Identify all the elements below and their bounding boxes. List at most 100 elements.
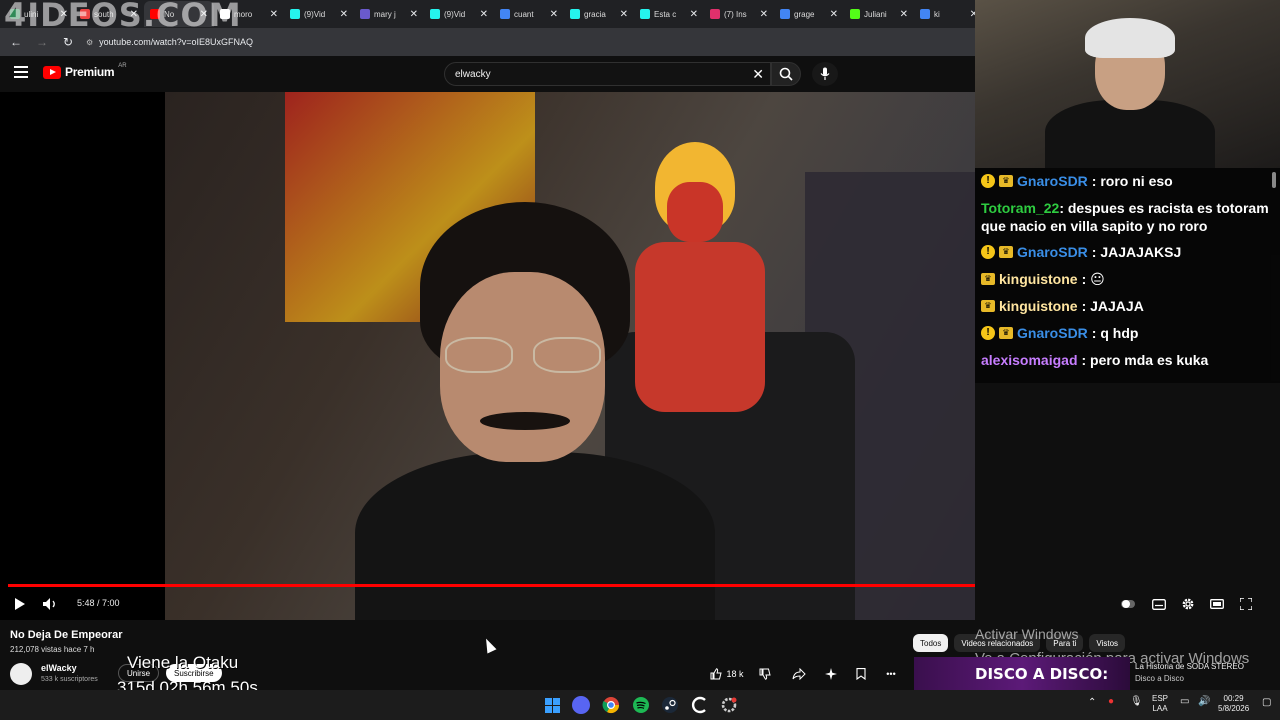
menu-icon[interactable] — [14, 66, 28, 78]
chat-username[interactable]: GnaroSDR — [1017, 172, 1088, 190]
tab-favicon-icon — [10, 9, 20, 19]
clear-search-icon[interactable]: ✕ — [752, 66, 764, 83]
subtitles-button[interactable] — [1150, 595, 1168, 613]
save-button[interactable] — [846, 663, 876, 685]
notifications-icon[interactable]: ▢ — [1262, 698, 1271, 708]
tab-close-icon[interactable]: ✕ — [830, 9, 838, 20]
autoplay-toggle[interactable] — [1119, 595, 1137, 613]
tab-close-icon[interactable]: ✕ — [340, 9, 348, 20]
back-icon[interactable]: ← — [8, 35, 24, 49]
chat-username[interactable]: GnaroSDR — [1017, 324, 1088, 342]
steam-icon[interactable] — [660, 695, 680, 715]
fullscreen-button[interactable] — [1237, 595, 1255, 613]
tab-close-icon[interactable]: ✕ — [620, 9, 628, 20]
like-button[interactable]: 18 k — [706, 663, 748, 685]
ask-button[interactable] — [816, 663, 846, 685]
overlay-title: Viene la Otaku — [127, 653, 239, 672]
settings-app-icon[interactable] — [719, 695, 739, 715]
discord-icon[interactable] — [572, 696, 590, 714]
dislike-button[interactable] — [748, 663, 782, 685]
chat-username[interactable]: Totoram_22 — [981, 200, 1059, 216]
browser-tab[interactable]: mary j ✕ — [354, 1, 424, 27]
settings-button[interactable] — [1179, 595, 1197, 613]
browser-tab[interactable]: (7) Ins ✕ — [704, 1, 774, 27]
avatar[interactable] — [10, 663, 32, 685]
tab-close-icon[interactable]: ✕ — [410, 9, 418, 20]
browser-tab[interactable]: No ✕ — [144, 1, 214, 27]
tab-close-icon[interactable]: ✕ — [480, 9, 488, 20]
tab-close-icon[interactable]: ✕ — [130, 9, 138, 20]
region-label: AR — [118, 63, 127, 69]
site-info-icon[interactable]: ⚙ — [86, 38, 93, 47]
chat-scrollbar[interactable] — [1272, 172, 1276, 188]
browser-tab[interactable]: (9)Vid ✕ — [284, 1, 354, 27]
youtube-header: Premium AR elwacky ✕ — [0, 56, 975, 92]
voice-search-button[interactable] — [812, 62, 838, 86]
language-indicator[interactable]: ESP LAA — [1152, 694, 1168, 714]
recommended-subtitle: Disco a Disco — [1135, 674, 1184, 683]
recommended-thumbnail[interactable]: DISCO A DISCO: — [914, 657, 1130, 690]
clock-time: 00:29 — [1223, 694, 1244, 703]
share-icon — [792, 668, 806, 680]
browser-tab[interactable]: (9)Vid ✕ — [424, 1, 494, 27]
progress-bar[interactable] — [8, 584, 975, 587]
tab-favicon-icon — [80, 9, 90, 19]
autoplay-icon — [1121, 600, 1135, 608]
more-actions-button[interactable]: ••• — [876, 663, 906, 685]
browser-tab[interactable]: cuant ✕ — [494, 1, 564, 27]
speaker-icon[interactable]: 🔊 — [1198, 697, 1210, 707]
windows-activation-title: Activar Windows — [975, 626, 1079, 642]
start-button[interactable] — [542, 695, 562, 715]
volume-button[interactable] — [42, 595, 60, 613]
tab-close-icon[interactable]: ✕ — [900, 9, 908, 20]
tray-overflow-icon[interactable]: ⌃ — [1088, 698, 1096, 708]
channel-name[interactable]: elWacky — [41, 663, 77, 673]
forward-icon[interactable]: → — [34, 35, 50, 49]
browser-tab[interactable]: ulini ✕ — [4, 1, 74, 27]
tray-mic-icon[interactable]: 🎙 — [1130, 697, 1143, 707]
search-input[interactable]: elwacky — [455, 69, 752, 80]
search-box[interactable]: elwacky ✕ — [444, 62, 771, 86]
url-text: youtube.com/watch?v=oIE8UxGFNAQ — [99, 37, 253, 47]
chat-username[interactable]: GnaroSDR — [1017, 243, 1088, 261]
network-icon[interactable]: ▭ — [1180, 697, 1189, 707]
browser-tab[interactable]: south ✕ — [74, 1, 144, 27]
search-button[interactable] — [771, 62, 801, 86]
tab-close-icon[interactable]: ✕ — [60, 9, 68, 20]
spotify-icon[interactable] — [631, 695, 651, 715]
like-count: 18 k — [726, 669, 744, 679]
chat-username[interactable]: kinguistone — [999, 297, 1078, 315]
clock[interactable]: 00:29 5/8/2026 — [1218, 694, 1249, 714]
youtube-logo[interactable]: Premium AR — [43, 63, 127, 79]
tab-close-icon[interactable]: ✕ — [200, 9, 208, 20]
streamer-webcam — [975, 0, 1280, 168]
progress-played — [8, 584, 975, 587]
tab-close-icon[interactable]: ✕ — [690, 9, 698, 20]
browser-tab[interactable]: moro ✕ — [214, 1, 284, 27]
play-button[interactable] — [12, 595, 28, 613]
chat-username[interactable]: alexisomaigad — [981, 351, 1078, 369]
filter-chip[interactable]: Todos — [913, 634, 949, 652]
youtube-play-icon — [43, 65, 61, 79]
video-title: No Deja De Empeorar — [10, 629, 123, 641]
share-button[interactable] — [782, 663, 816, 685]
url-field[interactable]: ⚙ youtube.com/watch?v=oIE8UxGFNAQ — [86, 37, 253, 47]
browser-tab[interactable]: grage ✕ — [774, 1, 844, 27]
tab-close-icon[interactable]: ✕ — [550, 9, 558, 20]
browser-tab[interactable]: ki ✕ — [914, 1, 975, 27]
theater-mode-button[interactable] — [1208, 595, 1226, 613]
tab-close-icon[interactable]: ✕ — [760, 9, 768, 20]
video-actions: 18 k ••• — [706, 663, 906, 685]
tab-favicon-icon — [290, 9, 300, 19]
browser-tab[interactable]: gracia ✕ — [564, 1, 634, 27]
chat-username[interactable]: kinguistone — [999, 270, 1078, 288]
browser-tab[interactable]: Esta c ✕ — [634, 1, 704, 27]
video-player[interactable] — [0, 92, 975, 620]
recommended-title[interactable]: La Historia de SODA STEREO — [1135, 662, 1244, 671]
browser-tab[interactable]: Juliani ✕ — [844, 1, 914, 27]
ccleaner-icon[interactable] — [690, 695, 710, 715]
tab-close-icon[interactable]: ✕ — [270, 9, 278, 20]
reload-icon[interactable]: ↻ — [60, 35, 76, 49]
tray-app-icon[interactable]: ● — [1108, 697, 1114, 707]
chrome-icon[interactable] — [601, 695, 621, 715]
